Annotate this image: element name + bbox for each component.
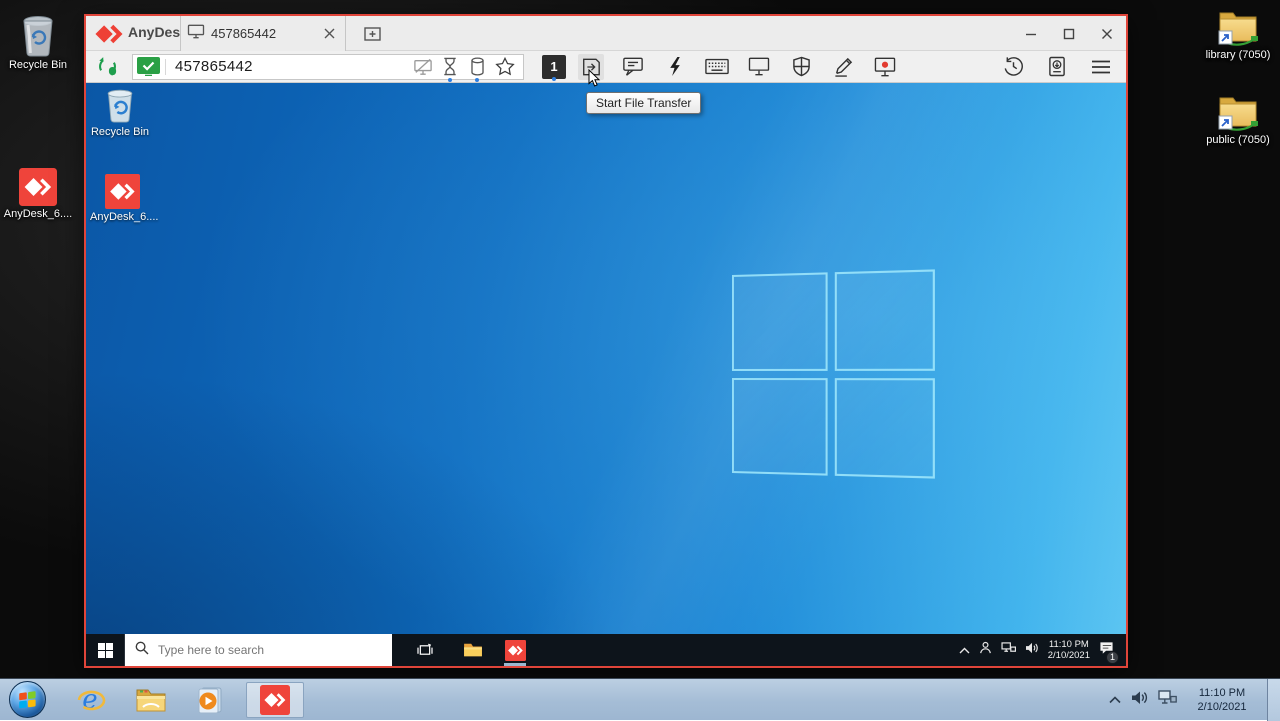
tab-close-icon[interactable] [319, 24, 339, 44]
tray-network-icon[interactable] [1001, 641, 1016, 659]
titlebar[interactable]: AnyDesk 457865442 [86, 16, 1126, 51]
remote-id-value: 457865442 [175, 58, 412, 75]
keyboard-settings-button[interactable] [704, 54, 730, 80]
recycle-bin-icon [1, 13, 75, 57]
shared-folder-icon [1199, 5, 1277, 47]
desktop-icon-label: public (7050) [1206, 134, 1270, 146]
windows-logo-wallpaper [732, 269, 935, 478]
host-time: 11:10 PM [1187, 686, 1257, 700]
active-dot [552, 77, 556, 81]
host-icon-anydesk-installer[interactable]: AnyDesk_6.... [1, 168, 75, 220]
desktop-icon-label: Recycle Bin [9, 59, 67, 71]
clipboard-sync-icon[interactable] [466, 54, 488, 80]
display-off-icon[interactable] [412, 54, 434, 80]
maximize-button[interactable] [1050, 16, 1088, 51]
hourglass-icon[interactable] [439, 54, 461, 80]
close-button[interactable] [1088, 16, 1126, 51]
session-tab[interactable]: 457865442 [180, 16, 346, 51]
desktop-icon-label: library (7050) [1206, 49, 1271, 61]
remote-icon-recycle-bin[interactable]: Recycle Bin [88, 86, 152, 138]
active-dot [448, 78, 452, 82]
anydesk-app-icon [1, 168, 75, 206]
desktop-icon-label: AnyDesk_6.... [4, 208, 72, 220]
anydesk-window: AnyDesk 457865442 [84, 14, 1128, 668]
host-start-button[interactable] [9, 681, 46, 718]
monitor-icon [187, 24, 205, 44]
action-center-button[interactable]: 1 [1099, 641, 1114, 660]
tray-chevron-icon[interactable] [959, 641, 970, 659]
monitor-select-button[interactable]: 1 [542, 55, 566, 79]
search-icon [135, 641, 149, 660]
internet-explorer-button[interactable]: e [68, 680, 114, 720]
divider [165, 59, 166, 75]
history-button[interactable] [1000, 54, 1026, 80]
address-book-button[interactable] [1044, 54, 1070, 80]
host-desktop: Recycle Bin AnyDesk_6.... library (7050)… [0, 0, 1280, 720]
anydesk-app-icon [90, 174, 154, 209]
session-toolbar: 457865442 [86, 51, 1126, 83]
monitor-number: 1 [550, 59, 557, 74]
remote-icon-anydesk-installer[interactable]: AnyDesk_6.... [90, 174, 154, 223]
remote-screen-view[interactable]: Recycle Bin AnyDesk_6.... Start File Tra… [86, 83, 1126, 666]
anydesk-logo-icon [95, 24, 125, 49]
svg-text:e: e [82, 685, 97, 715]
host-icon-library-share[interactable]: library (7050) [1199, 5, 1277, 61]
actions-button[interactable] [662, 54, 688, 80]
tab-label: 457865442 [211, 26, 319, 41]
remote-taskbar: 11:10 PM 2/10/2021 1 [86, 634, 1126, 666]
host-icon-recycle-bin[interactable]: Recycle Bin [1, 13, 75, 71]
remote-search-box[interactable] [124, 634, 392, 666]
host-tray-network-icon[interactable] [1158, 690, 1177, 710]
notification-badge: 1 [1106, 651, 1119, 664]
active-dot [475, 78, 479, 82]
address-bar[interactable]: 457865442 [132, 54, 524, 80]
show-desktop-button[interactable] [1267, 679, 1280, 721]
media-player-button[interactable] [186, 680, 232, 720]
task-view-button[interactable] [406, 634, 444, 666]
app-title: AnyDesk [128, 24, 188, 40]
display-settings-button[interactable] [746, 54, 772, 80]
desktop-icon-label: Recycle Bin [91, 126, 149, 138]
remote-time: 11:10 PM [1048, 639, 1090, 650]
host-tray-volume-icon[interactable] [1131, 690, 1148, 710]
permissions-button[interactable] [788, 54, 814, 80]
host-taskbar: e 11:10 PM 2/10/2021 [0, 678, 1280, 720]
file-explorer-button[interactable] [454, 634, 492, 666]
wallpaper-light-ray [86, 83, 1126, 666]
host-tray-chevron-icon[interactable] [1109, 691, 1121, 709]
tray-volume-icon[interactable] [1025, 641, 1039, 659]
whiteboard-button[interactable] [830, 54, 856, 80]
host-clock[interactable]: 11:10 PM 2/10/2021 [1187, 686, 1257, 714]
tooltip-text: Start File Transfer [596, 96, 691, 110]
remote-date: 2/10/2021 [1048, 650, 1090, 661]
remote-anydesk-taskbar-button[interactable] [500, 634, 530, 666]
connection-status-icon [137, 57, 160, 76]
favorite-star-icon[interactable] [493, 54, 517, 80]
host-date: 2/10/2021 [1187, 700, 1257, 714]
remote-search-input[interactable] [156, 642, 366, 658]
chat-button[interactable] [620, 54, 646, 80]
menu-button[interactable] [1088, 54, 1114, 80]
remote-clock[interactable]: 11:10 PM 2/10/2021 [1048, 639, 1090, 661]
host-icon-public-share[interactable]: public (7050) [1199, 90, 1277, 146]
remote-start-button[interactable] [86, 634, 124, 666]
tooltip: Start File Transfer [586, 92, 701, 114]
new-tab-button[interactable] [354, 16, 390, 51]
switch-sides-button[interactable] [94, 54, 120, 80]
tray-user-icon[interactable] [979, 641, 992, 659]
mouse-cursor [588, 69, 601, 93]
minimize-button[interactable] [1012, 16, 1050, 51]
recycle-bin-icon [88, 86, 152, 124]
shared-folder-icon [1199, 90, 1277, 132]
record-session-button[interactable] [872, 54, 898, 80]
windows-explorer-button[interactable] [128, 680, 174, 720]
host-anydesk-taskbar-button[interactable] [246, 682, 304, 718]
desktop-icon-label: AnyDesk_6.... [90, 211, 158, 223]
